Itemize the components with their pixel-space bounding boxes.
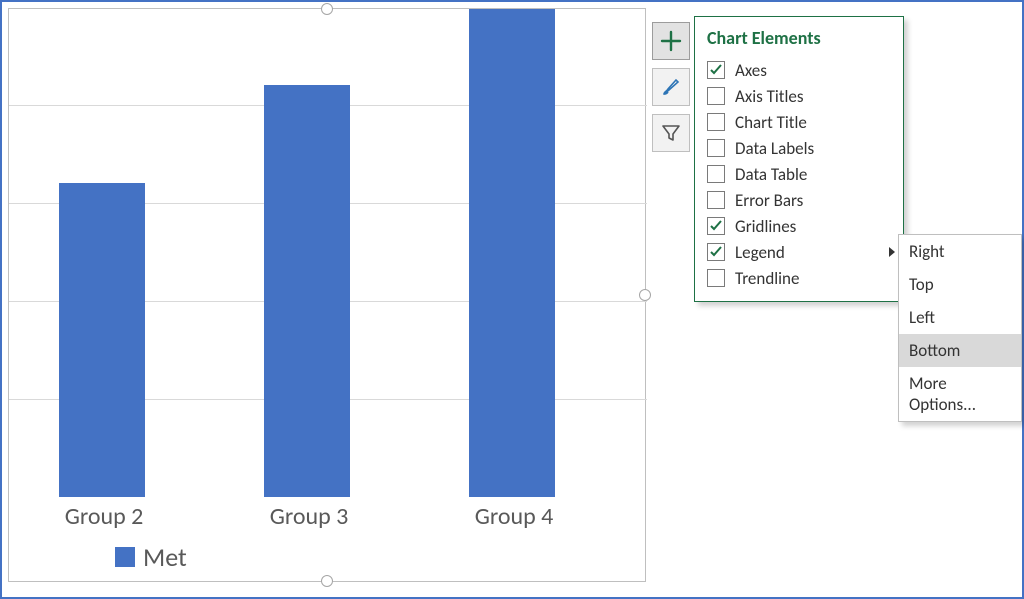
caret-right-icon xyxy=(887,246,897,258)
chart-legend[interactable]: Met xyxy=(115,541,187,573)
legend-label: Met xyxy=(143,541,187,573)
option-label: Data Labels xyxy=(735,138,814,159)
resize-handle-s[interactable] xyxy=(321,575,333,587)
legend-swatch xyxy=(115,547,135,567)
bar-group-2[interactable] xyxy=(59,183,145,497)
bar-group-3[interactable] xyxy=(264,85,350,497)
plot-area xyxy=(9,9,647,497)
plus-icon xyxy=(660,30,682,52)
bar-group-4[interactable] xyxy=(469,9,555,497)
checkbox[interactable] xyxy=(707,61,725,79)
legend-position-option[interactable]: Top xyxy=(899,268,1021,301)
chart-element-option[interactable]: Data Table xyxy=(707,161,893,187)
chart-styles-button[interactable] xyxy=(652,68,690,106)
chart-element-option[interactable]: Trendline xyxy=(707,265,893,291)
chart-element-option[interactable]: Gridlines xyxy=(707,213,893,239)
chart-element-option[interactable]: Error Bars xyxy=(707,187,893,213)
chart-element-option[interactable]: Axes xyxy=(707,57,893,83)
checkbox[interactable] xyxy=(707,243,725,261)
category-label-1: Group 3 xyxy=(214,502,404,531)
option-label: Data Table xyxy=(735,164,807,185)
checkbox[interactable] xyxy=(707,165,725,183)
option-label: Axes xyxy=(735,60,767,81)
option-label: Gridlines xyxy=(735,216,796,237)
checkbox[interactable] xyxy=(707,139,725,157)
chart-elements-flyout: Chart Elements Axes Axis Titles Chart Titl… xyxy=(694,16,904,302)
category-label-2: Group 4 xyxy=(419,502,609,531)
paintbrush-icon xyxy=(660,76,682,98)
option-label: Legend xyxy=(735,242,785,263)
legend-position-submenu: RightTopLeftBottomMore Options... xyxy=(898,234,1022,422)
funnel-icon xyxy=(660,122,682,144)
legend-position-option[interactable]: Right xyxy=(899,235,1021,268)
chart-element-option[interactable]: Data Labels xyxy=(707,135,893,161)
option-label: Error Bars xyxy=(735,190,803,211)
checkbox[interactable] xyxy=(707,113,725,131)
legend-position-option[interactable]: Bottom xyxy=(899,334,1021,367)
flyout-title: Chart Elements xyxy=(707,27,893,49)
chart-elements-button[interactable] xyxy=(652,22,690,60)
chart-element-option[interactable]: Chart Title xyxy=(707,109,893,135)
checkbox[interactable] xyxy=(707,269,725,287)
checkbox[interactable] xyxy=(707,191,725,209)
option-label: Axis Titles xyxy=(735,86,803,107)
chart-filters-button[interactable] xyxy=(652,114,690,152)
checkbox[interactable] xyxy=(707,87,725,105)
chart-element-option[interactable]: Axis Titles xyxy=(707,83,893,109)
option-label: Chart Title xyxy=(735,112,807,133)
category-label-0: Group 2 xyxy=(9,502,199,531)
chart-side-toolbar xyxy=(652,22,690,152)
chart-element-option[interactable]: Legend xyxy=(707,239,893,265)
chart-selection-frame[interactable]: Group 2 Group 3 Group 4 Met xyxy=(8,8,646,582)
option-label: Trendline xyxy=(735,268,799,289)
legend-position-option[interactable]: More Options... xyxy=(899,367,1021,421)
checkbox[interactable] xyxy=(707,217,725,235)
legend-position-option[interactable]: Left xyxy=(899,301,1021,334)
